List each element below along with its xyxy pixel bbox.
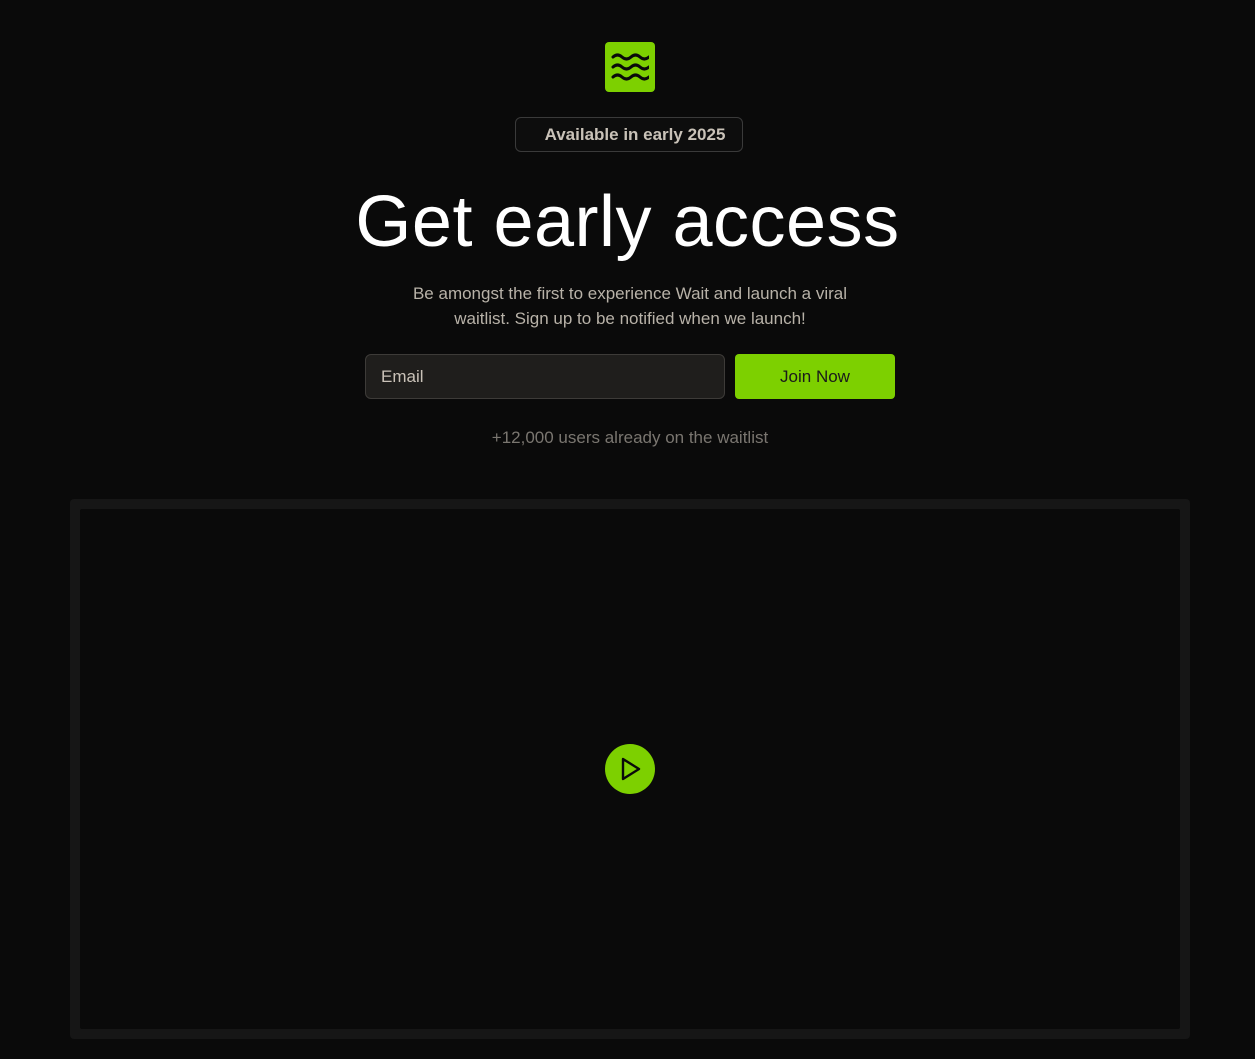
landing-page: Available in early 2025 Get early access… bbox=[0, 0, 1255, 1059]
availability-badge-label: Available in early 2025 bbox=[544, 124, 726, 144]
play-icon bbox=[621, 757, 641, 781]
page-title: Get early access bbox=[355, 182, 900, 262]
video-player[interactable] bbox=[80, 509, 1180, 1029]
video-frame bbox=[70, 499, 1190, 1039]
play-button[interactable] bbox=[605, 744, 655, 794]
waves-icon bbox=[611, 53, 649, 81]
logo bbox=[605, 42, 655, 92]
join-now-button[interactable]: Join Now bbox=[735, 354, 895, 399]
waitlist-count-text: +12,000 users already on the waitlist bbox=[491, 428, 769, 447]
page-subtitle: Be amongst the first to experience Wait … bbox=[412, 284, 848, 328]
email-field[interactable] bbox=[365, 354, 725, 399]
availability-badge: Available in early 2025 bbox=[515, 117, 743, 152]
